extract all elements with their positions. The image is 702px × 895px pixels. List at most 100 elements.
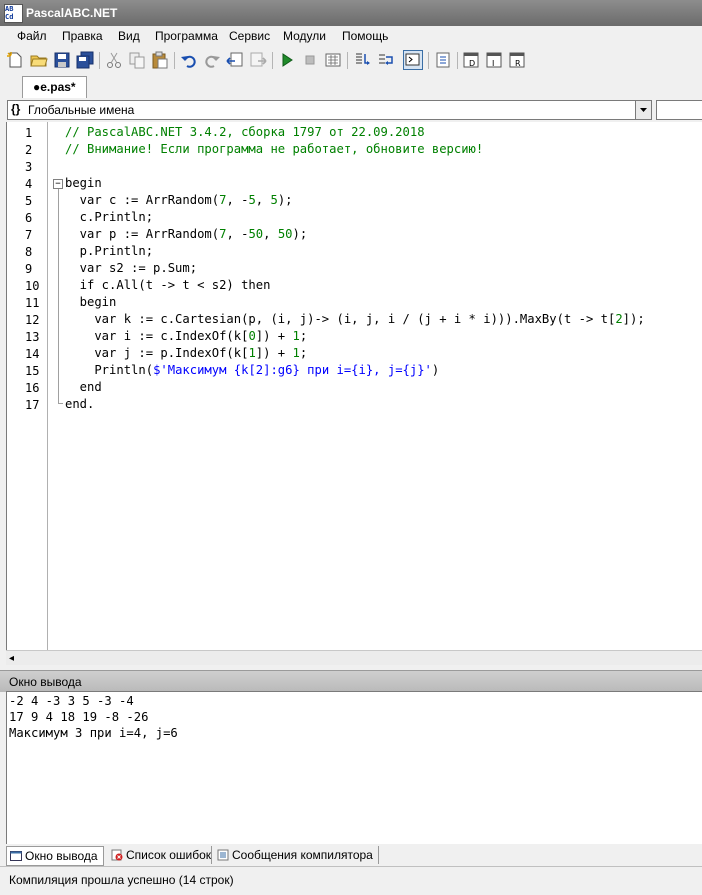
line-number: 2 bbox=[25, 143, 33, 157]
line-number: 12 bbox=[25, 313, 40, 327]
cut-icon[interactable] bbox=[105, 51, 123, 69]
open-file-icon[interactable] bbox=[30, 51, 48, 69]
code-line: end. bbox=[65, 397, 95, 411]
code-line: Println($'Максимум {k[2]:g6} при i={i}, … bbox=[65, 363, 440, 377]
code-line: var p := ArrRandom(7, -50, 50); bbox=[65, 227, 308, 241]
line-number: 16 bbox=[25, 381, 40, 395]
line-number: 8 bbox=[25, 245, 33, 259]
menu-file[interactable]: Файл bbox=[15, 29, 49, 43]
form-insert-icon[interactable]: I bbox=[486, 51, 504, 69]
fold-guide bbox=[58, 189, 59, 404]
paste-icon[interactable] bbox=[151, 51, 169, 69]
tab-compiler-messages[interactable]: Сообщения компилятора bbox=[211, 846, 379, 864]
compiler-messages-icon bbox=[217, 849, 229, 861]
line-number: 15 bbox=[25, 364, 40, 378]
line-number: 3 bbox=[25, 160, 33, 174]
toolbar-separator bbox=[428, 52, 429, 69]
members-combo[interactable] bbox=[656, 100, 702, 120]
bottom-tab-strip: Окно вывода Список ошибок Сообщения комп… bbox=[0, 844, 702, 866]
line-number: 9 bbox=[25, 262, 33, 276]
navigate-back-icon[interactable] bbox=[226, 51, 244, 69]
code-editor[interactable]: 1 2 3 4 5 6 7 8 9 10 11 12 13 14 15 16 1… bbox=[6, 122, 702, 650]
menu-service[interactable]: Сервис bbox=[227, 29, 272, 43]
window-title: PascalABC.NET bbox=[26, 6, 118, 20]
navigate-forward-icon[interactable] bbox=[249, 51, 267, 69]
code-line: var s2 := p.Sum; bbox=[65, 261, 198, 275]
navigation-bar: {} Глобальные имена bbox=[0, 98, 702, 122]
tab-output-window[interactable]: Окно вывода bbox=[6, 846, 104, 866]
stop-icon[interactable] bbox=[301, 51, 319, 69]
editor-tab-strip: ●e.pas* bbox=[0, 74, 702, 99]
tab-e-pas[interactable]: ●e.pas* bbox=[22, 76, 87, 98]
output-line: 17 9 4 18 19 -8 -26 bbox=[9, 710, 149, 724]
global-names-value: Глобальные имена bbox=[28, 103, 135, 117]
code-line: p.Println; bbox=[65, 244, 154, 258]
output-line: Максимум 3 при i=4, j=6 bbox=[9, 726, 178, 740]
code-line: // Внимание! Если программа не работает,… bbox=[65, 142, 484, 156]
output-panel-header: Окно вывода bbox=[0, 670, 702, 692]
namespace-icon: {} bbox=[11, 102, 21, 116]
scroll-left-icon[interactable]: ◂ bbox=[9, 653, 14, 664]
line-number: 1 bbox=[25, 126, 33, 140]
line-number: 7 bbox=[25, 228, 33, 242]
menu-bar: Файл Правка Вид Программа Сервис Модули … bbox=[0, 26, 702, 46]
toolbar-separator bbox=[99, 52, 100, 69]
redo-icon[interactable] bbox=[203, 51, 221, 69]
menu-edit[interactable]: Правка bbox=[60, 29, 105, 43]
title-bar: AB Cd PascalABC.NET bbox=[0, 0, 702, 26]
code-line: var k := c.Cartesian(p, (i, j)-> (i, j, … bbox=[65, 312, 645, 326]
menu-modules[interactable]: Модули bbox=[281, 29, 328, 43]
step-into-icon[interactable] bbox=[353, 51, 371, 69]
app-icon: AB Cd bbox=[4, 4, 23, 23]
save-icon[interactable] bbox=[53, 51, 71, 69]
step-over-icon[interactable] bbox=[376, 51, 394, 69]
run-icon[interactable] bbox=[278, 51, 296, 69]
form-tool-icon[interactable]: R bbox=[509, 51, 527, 69]
code-line: var c := ArrRandom(7, -5, 5); bbox=[65, 193, 293, 207]
menu-program[interactable]: Программа bbox=[153, 29, 220, 43]
output-panel-title: Окно вывода bbox=[9, 675, 82, 689]
code-line: if c.All(t -> t < s2) then bbox=[65, 278, 271, 292]
line-number: 5 bbox=[25, 194, 33, 208]
save-all-icon[interactable] bbox=[76, 51, 94, 69]
toolbar-separator bbox=[457, 52, 458, 69]
svg-text:I: I bbox=[492, 59, 494, 68]
output-line: -2 4 -3 3 5 -3 -4 bbox=[9, 694, 134, 708]
code-line: var i := c.IndexOf(k[0]) + 1; bbox=[65, 329, 308, 343]
code-line: end bbox=[65, 380, 102, 394]
fold-toggle-icon[interactable]: − bbox=[53, 179, 63, 189]
undo-icon[interactable] bbox=[180, 51, 198, 69]
error-list-icon bbox=[111, 849, 123, 861]
menu-help[interactable]: Помощь bbox=[340, 29, 390, 43]
code-line: begin bbox=[65, 295, 117, 309]
line-number: 13 bbox=[25, 330, 40, 344]
global-names-combo[interactable]: {} Глобальные имена bbox=[7, 100, 652, 120]
editor-horizontal-scrollbar[interactable]: ◂ bbox=[6, 650, 702, 665]
compile-icon[interactable] bbox=[324, 51, 342, 69]
toolbar: D I R bbox=[0, 46, 702, 75]
tab-compiler-messages-label: Сообщения компилятора bbox=[232, 848, 373, 862]
tab-output-window-label: Окно вывода bbox=[25, 849, 98, 863]
line-number: 10 bbox=[25, 279, 40, 293]
chevron-down-icon[interactable] bbox=[635, 101, 651, 119]
toolbar-separator bbox=[347, 52, 348, 69]
menu-view[interactable]: Вид bbox=[116, 29, 142, 43]
output-window-icon bbox=[10, 851, 22, 861]
tab-error-list-label: Список ошибок bbox=[126, 848, 212, 862]
svg-text:D: D bbox=[469, 59, 475, 68]
toolbar-separator bbox=[174, 52, 175, 69]
status-text: Компиляция прошла успешно (14 строк) bbox=[9, 873, 234, 887]
output-window[interactable]: -2 4 -3 3 5 -3 -4 17 9 4 18 19 -8 -26 Ма… bbox=[6, 691, 702, 845]
toolbar-separator bbox=[272, 52, 273, 69]
code-line: c.Println; bbox=[65, 210, 154, 224]
line-number: 4 bbox=[25, 177, 33, 191]
new-file-icon[interactable] bbox=[6, 51, 24, 69]
form-designer-icon[interactable]: D bbox=[463, 51, 481, 69]
status-bar: Компиляция прошла успешно (14 строк) bbox=[0, 866, 702, 895]
fold-guide-end bbox=[58, 403, 63, 404]
copy-icon[interactable] bbox=[128, 51, 146, 69]
output-window-icon[interactable] bbox=[403, 50, 423, 70]
tab-error-list[interactable]: Список ошибок bbox=[106, 846, 216, 864]
debug-window-icon[interactable] bbox=[434, 51, 452, 69]
line-number: 11 bbox=[25, 296, 40, 310]
